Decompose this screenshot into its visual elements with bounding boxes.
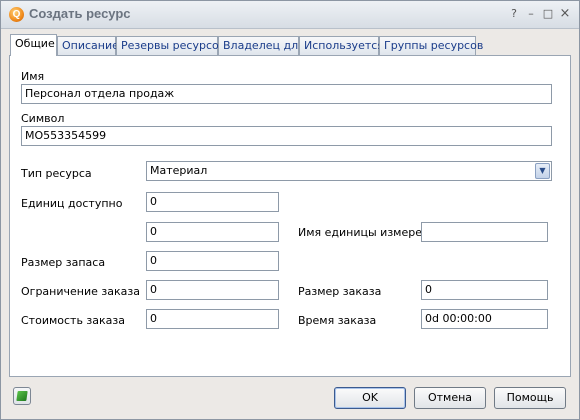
units-secondary-input[interactable]: 0 xyxy=(146,222,279,242)
order-limit-label: Ограничение заказа xyxy=(21,285,140,298)
name-label: Имя xyxy=(21,70,45,83)
minimize-button[interactable]: – xyxy=(524,7,538,21)
resource-type-select[interactable]: Материал ▼ xyxy=(146,161,552,181)
app-logo-icon: Q xyxy=(9,7,24,22)
book-icon[interactable] xyxy=(13,387,31,405)
order-limit-input[interactable]: 0 xyxy=(146,280,279,300)
cancel-button[interactable]: Отмена xyxy=(414,387,486,409)
order-size-label: Размер заказа xyxy=(298,285,382,298)
close-button[interactable]: × xyxy=(558,7,572,21)
general-panel: Имя Персонал отдела продаж Символ MO5533… xyxy=(9,55,571,377)
help-button[interactable]: Помощь xyxy=(494,387,566,409)
order-cost-label: Стоимость заказа xyxy=(21,314,125,327)
unit-name-input[interactable] xyxy=(421,222,548,242)
window-title: Создать ресурс xyxy=(29,6,131,21)
create-resource-dialog: Q Создать ресурс ? – □ × Общие Описание … xyxy=(0,0,580,420)
order-size-input[interactable]: 0 xyxy=(421,280,548,300)
order-time-input[interactable]: 0d 00:00:00 xyxy=(421,309,548,329)
tab-general[interactable]: Общие xyxy=(10,34,57,56)
symbol-label: Символ xyxy=(21,112,65,125)
name-input[interactable]: Персонал отдела продаж xyxy=(21,84,552,104)
stock-size-label: Размер запаса xyxy=(21,256,106,269)
title-bar[interactable]: Q Создать ресурс ? – □ × xyxy=(1,1,579,29)
order-cost-input[interactable]: 0 xyxy=(146,309,279,329)
tab-resource-reserves[interactable]: Резервы ресурсов xyxy=(116,36,225,55)
maximize-button[interactable]: □ xyxy=(541,7,555,21)
order-time-label: Время заказа xyxy=(298,314,377,327)
tab-owner-for[interactable]: Владелец для xyxy=(218,36,305,55)
resource-type-label: Тип ресурса xyxy=(21,167,92,180)
tab-description[interactable]: Описание xyxy=(57,36,119,55)
resource-type-value: Материал xyxy=(150,164,208,177)
symbol-input[interactable]: MO553354599 xyxy=(21,126,552,146)
units-available-label: Единиц доступно xyxy=(21,197,123,210)
units-available-input[interactable]: 0 xyxy=(146,192,279,212)
help-title-button[interactable]: ? xyxy=(507,7,521,21)
tab-resource-groups[interactable]: Группы ресурсов xyxy=(379,36,483,55)
stock-size-input[interactable]: 0 xyxy=(146,251,279,271)
tab-used-by[interactable]: Используется xyxy=(299,36,384,55)
ok-button[interactable]: OK xyxy=(334,387,406,409)
chevron-down-icon[interactable]: ▼ xyxy=(535,163,550,179)
